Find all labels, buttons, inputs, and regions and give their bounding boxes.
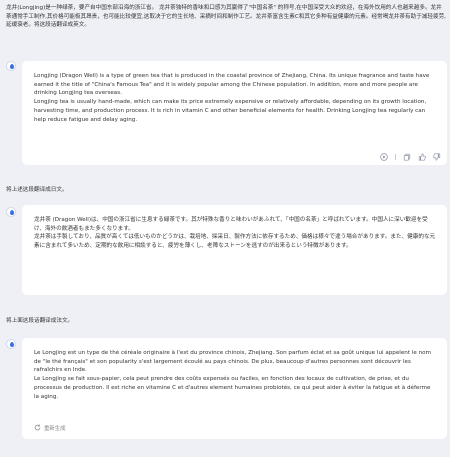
user-message-2: 将上述这段翻译成日文。 <box>6 187 68 193</box>
assistant-reply-3: Le Longjing est un type de thé céréale o… <box>22 338 447 439</box>
assistant-reply-1: Longjing (Dragon Well) is a type of gree… <box>22 61 447 165</box>
reply-paragraph: Le Longjing se fait sous-papier, cela pe… <box>34 376 431 400</box>
copy-icon[interactable] <box>403 153 411 161</box>
assistant-avatar-icon <box>6 207 16 217</box>
reply-paragraph: Longjing tea is usually hand-made, which… <box>34 99 427 123</box>
reply-paragraph: 龙井茶は手製しており、品質が高くては低いものかどうかは、栽培地、採采日、製作方法… <box>34 234 436 250</box>
assistant-avatar-icon <box>6 61 16 71</box>
thumb-up-icon[interactable] <box>418 153 426 161</box>
divider <box>395 154 396 160</box>
refresh-icon <box>34 424 41 435</box>
reply-paragraph: 龙井茶 (Dragon Well)は、中国の浙江省に生息する緑茶です。其が特殊な… <box>34 217 428 232</box>
regenerate-button[interactable]: 重新生成 <box>34 424 66 435</box>
user-message-1: 龙井(Longjing)是一种绿茶，要产自中国东部沿海的浙江省。 龙井茶独特的香… <box>6 5 446 29</box>
user-message-3: 将上面这段话翻译成法文。 <box>6 318 74 324</box>
reply-paragraph: Le Longjing est un type de thé céréale o… <box>34 350 431 374</box>
reply-paragraph: Longjing (Dragon Well) is a type of gree… <box>34 73 430 97</box>
play-icon[interactable] <box>380 153 388 161</box>
assistant-reply-2: 龙井茶 (Dragon Well)は、中国の浙江省に生息する緑茶です。其が特殊な… <box>22 205 447 295</box>
thumb-down-icon[interactable] <box>433 153 441 161</box>
assistant-avatar-icon <box>6 339 16 349</box>
regenerate-label: 重新生成 <box>44 426 66 433</box>
reply-actions <box>380 153 441 161</box>
